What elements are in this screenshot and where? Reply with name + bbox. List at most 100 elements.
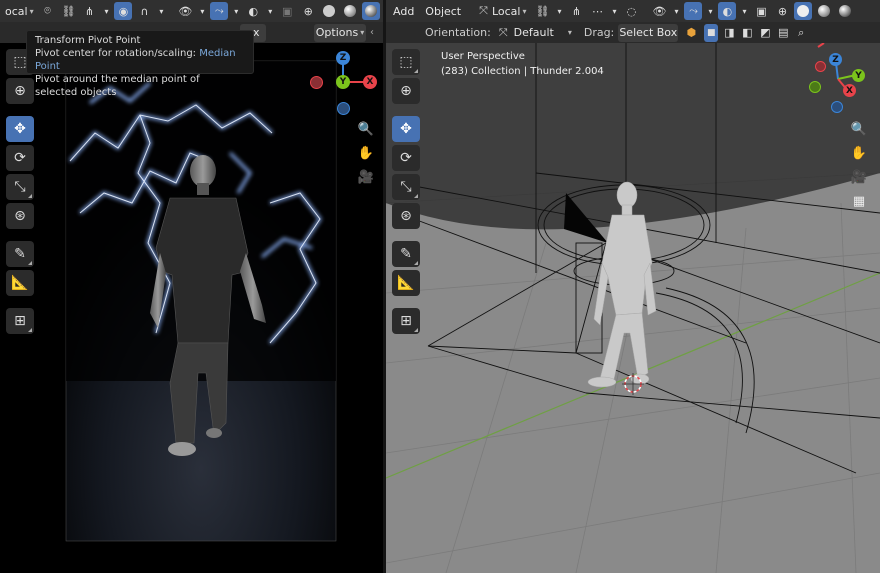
selection-mode-extend-icon[interactable]: ◨ bbox=[722, 24, 736, 42]
camera-view-icon[interactable]: 🎥 bbox=[848, 166, 870, 188]
chevron-down-icon[interactable]: ▾ bbox=[231, 2, 241, 20]
add-cube-tool-icon[interactable]: ⊞ bbox=[392, 308, 420, 334]
gizmo-neg-z-axis[interactable] bbox=[831, 101, 843, 113]
camera-view-icon[interactable]: 🎥 bbox=[355, 166, 377, 188]
gizmo-x-axis[interactable]: X bbox=[363, 75, 377, 89]
visibility-eye-icon[interactable]: 👁 bbox=[650, 2, 668, 20]
proportional-edit-icon[interactable]: ◌ bbox=[622, 2, 640, 20]
snap-icon[interactable]: ⋔ bbox=[567, 2, 585, 20]
selection-mode-subtract-icon[interactable]: ◧ bbox=[740, 24, 754, 42]
proportional-edit-icon[interactable]: ◉ bbox=[114, 2, 133, 20]
search-icon[interactable]: ⌕ bbox=[794, 24, 808, 42]
selection-mode-intersect-icon[interactable]: ▤ bbox=[776, 24, 790, 42]
gizmo-y-axis[interactable]: Y bbox=[852, 69, 865, 82]
material-shading-icon[interactable] bbox=[815, 2, 833, 20]
chevron-down-icon[interactable]: ▾ bbox=[102, 2, 112, 20]
gizmo-neg-x-axis[interactable] bbox=[815, 61, 826, 72]
right-orientation-dropdown[interactable]: ⤧ Local ▾ bbox=[475, 2, 530, 20]
transform-orientation-dropdown[interactable]: ⤧ Default ▾ bbox=[495, 24, 576, 42]
rendered-shading-icon[interactable] bbox=[836, 2, 854, 20]
gizmo-toggle-icon[interactable]: ⤳ bbox=[210, 2, 229, 20]
perspective-toggle-icon[interactable]: ▦ bbox=[848, 190, 870, 212]
color-cube-icon[interactable]: ⬢ bbox=[682, 24, 700, 42]
blender-window: ocal▾ ⌾ ⛓ ⋔ ▾ ◉ ∩ ▾ 👁 ▾ ⤳ ▾ ◐ ▾ ▣ ⊕ ox O… bbox=[0, 0, 880, 573]
tooltip-title: Transform Pivot Point bbox=[35, 35, 141, 46]
cursor-tool-icon[interactable]: ⊕ bbox=[6, 78, 34, 104]
snap-target-icon[interactable]: ⋯ bbox=[588, 2, 606, 20]
chevron-down-icon[interactable]: ▾ bbox=[671, 2, 681, 20]
gizmo-toggle-icon[interactable]: ⤳ bbox=[684, 2, 703, 20]
zoom-icon[interactable]: 🔍 bbox=[355, 118, 377, 140]
zoom-icon[interactable]: 🔍 bbox=[848, 118, 870, 140]
annotate-tool-icon[interactable]: ✎ bbox=[6, 241, 34, 267]
solid-shading-icon[interactable] bbox=[794, 2, 813, 20]
pan-hand-icon[interactable]: ✋ bbox=[355, 142, 377, 164]
options-dropdown[interactable]: Options ▾ bbox=[314, 23, 366, 42]
select-box-tool-icon[interactable]: ⬚ bbox=[392, 49, 420, 75]
tooltip-line2: Pivot center for rotation/scaling: Media… bbox=[35, 47, 245, 73]
pan-hand-icon[interactable]: ✋ bbox=[848, 142, 870, 164]
gizmo-neg-x-axis[interactable] bbox=[310, 76, 323, 89]
chevron-down-icon[interactable]: ▾ bbox=[739, 2, 749, 20]
menu-add[interactable]: Add bbox=[389, 2, 418, 20]
rendered-shading-icon[interactable] bbox=[362, 2, 381, 20]
cursor-tool-icon[interactable]: ⊕ bbox=[392, 78, 420, 104]
measure-tool-icon[interactable]: 📐 bbox=[392, 270, 420, 296]
gizmo-x-label: X bbox=[846, 85, 853, 96]
gizmo-z-axis[interactable]: Z bbox=[829, 53, 842, 66]
rotate-tool-icon[interactable]: ⟳ bbox=[392, 145, 420, 171]
selection-mode-invert-icon[interactable]: ◩ bbox=[758, 24, 772, 42]
snap-target-icon[interactable]: ⋔ bbox=[81, 2, 99, 20]
wireframe-shading-icon[interactable]: ⊕ bbox=[299, 2, 317, 20]
transform-tool-icon[interactable]: ⊛ bbox=[392, 203, 420, 229]
right-viewport[interactable]: User Perspective (283) Collection | Thun… bbox=[386, 43, 880, 573]
material-shading-icon[interactable] bbox=[341, 2, 359, 20]
scene-canvas bbox=[386, 43, 880, 573]
measure-tool-icon[interactable]: 📐 bbox=[6, 270, 34, 296]
visibility-eye-icon[interactable]: 👁 bbox=[176, 2, 194, 20]
gizmo-z-axis[interactable]: Z bbox=[336, 51, 350, 65]
collapse-arrow-icon[interactable]: ‹ bbox=[370, 27, 380, 38]
gizmo-y-axis[interactable]: Y bbox=[336, 75, 350, 89]
overlay-toggle-icon[interactable]: ◐ bbox=[244, 2, 262, 20]
menu-object[interactable]: Object bbox=[421, 2, 465, 20]
left-viewport[interactable]: ⬚ ⊕ ✥ ⟳ ⤡ ⊛ ✎ 📐 ⊞ Z Y X 🔍 ✋ 🎥 bbox=[0, 43, 383, 573]
pivot-point-icon[interactable]: ⛓ bbox=[533, 2, 551, 20]
chevron-down-icon[interactable]: ▾ bbox=[156, 2, 166, 20]
wireframe-shading-icon[interactable]: ⊕ bbox=[773, 2, 791, 20]
scale-tool-icon[interactable]: ⤡ bbox=[392, 174, 420, 200]
scale-tool-icon[interactable]: ⤡ bbox=[6, 174, 34, 200]
left-navigation-gizmo[interactable]: Z Y X bbox=[306, 49, 382, 121]
chevron-down-icon[interactable]: ▾ bbox=[609, 2, 619, 20]
view-name: User Perspective bbox=[441, 51, 525, 62]
gizmo-neg-y-axis[interactable] bbox=[809, 81, 821, 93]
chevron-down-icon[interactable]: ▾ bbox=[705, 2, 715, 20]
chevron-down-icon: ▾ bbox=[360, 28, 365, 37]
right-navigation-gizmo[interactable]: Z Y X bbox=[802, 53, 878, 115]
tooltip-line3: Pivot around the median point of selecte… bbox=[35, 74, 200, 98]
move-tool-icon[interactable]: ✥ bbox=[392, 116, 420, 142]
transform-tool-icon[interactable]: ⊛ bbox=[6, 203, 34, 229]
orientation-gizmo-icon: ⤧ bbox=[498, 25, 508, 39]
rotate-tool-icon[interactable]: ⟳ bbox=[6, 145, 34, 171]
overlay-toggle-icon[interactable]: ◐ bbox=[718, 2, 737, 20]
drag-dropdown[interactable]: Select Box bbox=[618, 23, 679, 42]
selection-mode-new-icon[interactable]: ■ bbox=[704, 23, 719, 42]
menu-add-label: Add bbox=[393, 4, 415, 18]
chevron-down-icon[interactable]: ▾ bbox=[197, 2, 207, 20]
annotate-tool-icon[interactable]: ✎ bbox=[392, 241, 420, 267]
gizmo-x-axis[interactable]: X bbox=[843, 84, 856, 97]
chevron-down-icon[interactable]: ▾ bbox=[554, 2, 564, 20]
move-tool-icon[interactable]: ✥ bbox=[6, 116, 34, 142]
gizmo-neg-z-axis[interactable] bbox=[337, 102, 350, 115]
falloff-curve-icon[interactable]: ∩ bbox=[135, 2, 153, 20]
transform-orientation-icon[interactable]: ⌾ bbox=[39, 2, 57, 20]
left-orientation-dropdown[interactable]: ocal ▾ bbox=[3, 2, 36, 20]
solid-shading-icon[interactable] bbox=[320, 2, 338, 20]
left-toolbar: ⬚ ⊕ ✥ ⟳ ⤡ ⊛ ✎ 📐 ⊞ bbox=[6, 49, 34, 334]
chevron-down-icon[interactable]: ▾ bbox=[265, 2, 275, 20]
xray-toggle-icon[interactable]: ▣ bbox=[278, 2, 296, 20]
add-cube-tool-icon[interactable]: ⊞ bbox=[6, 308, 34, 334]
xray-toggle-icon[interactable]: ▣ bbox=[752, 2, 770, 20]
snap-link-icon[interactable]: ⛓ bbox=[60, 2, 78, 20]
